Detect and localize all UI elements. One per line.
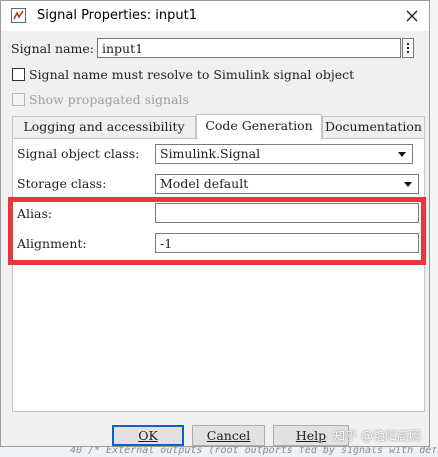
ok-button[interactable]: OK — [112, 425, 184, 446]
signal-object-class-label: Signal object class: — [17, 146, 140, 161]
chevron-down-icon — [404, 182, 412, 187]
signal-object-class-value: Simulink.Signal — [160, 146, 261, 161]
resolve-signal-object-label: Signal name must resolve to Simulink sig… — [29, 67, 355, 82]
storage-class-label: Storage class: — [17, 176, 107, 191]
watermark: 知乎 @艳阳高照 — [333, 429, 421, 443]
help-button-label: Help — [295, 428, 327, 443]
close-button[interactable] — [395, 3, 429, 29]
alignment-label: Alignment: — [17, 236, 87, 251]
signal-properties-dialog: Signal Properties: input1 Signal name: S… — [0, 0, 430, 447]
tab-documentation[interactable]: Documentation — [322, 116, 425, 138]
chevron-down-icon — [398, 152, 406, 157]
cancel-button[interactable]: Cancel — [192, 425, 265, 446]
alignment-input[interactable] — [155, 233, 419, 253]
ellipsis-dot — [407, 47, 409, 49]
simulink-app-icon — [11, 8, 26, 23]
ellipsis-icon — [407, 43, 409, 45]
show-propagated-signals-checkbox[interactable] — [12, 93, 25, 106]
storage-class-dropdown[interactable]: Model default — [155, 174, 419, 194]
resolve-signal-object-checkbox[interactable] — [12, 68, 25, 81]
background-editor-edge — [430, 0, 438, 457]
close-icon — [406, 10, 418, 22]
tab-code-generation[interactable]: Code Generation — [196, 114, 322, 140]
title-bar: Signal Properties: input1 — [1, 1, 429, 31]
ok-button-label: OK — [138, 428, 158, 443]
cancel-button-label: Cancel — [206, 428, 251, 443]
signal-name-options-button[interactable] — [402, 38, 414, 58]
show-propagated-signals-label: Show propagated signals — [29, 92, 189, 107]
ellipsis-dot — [407, 51, 409, 53]
background-code-editor: 40 /* External outputs (root outports fe… — [0, 447, 438, 457]
signal-name-label: Signal name: — [11, 41, 95, 56]
background-code-line: 40 /* External outputs (root outports fe… — [70, 447, 438, 456]
alias-label: Alias: — [17, 206, 53, 221]
alias-input[interactable] — [155, 203, 419, 223]
tab-logging-and-accessibility[interactable]: Logging and accessibility — [12, 116, 196, 138]
signal-name-input[interactable] — [97, 38, 401, 58]
signal-object-class-dropdown[interactable]: Simulink.Signal — [155, 144, 413, 164]
window-title: Signal Properties: input1 — [37, 8, 197, 23]
storage-class-value: Model default — [160, 176, 249, 191]
